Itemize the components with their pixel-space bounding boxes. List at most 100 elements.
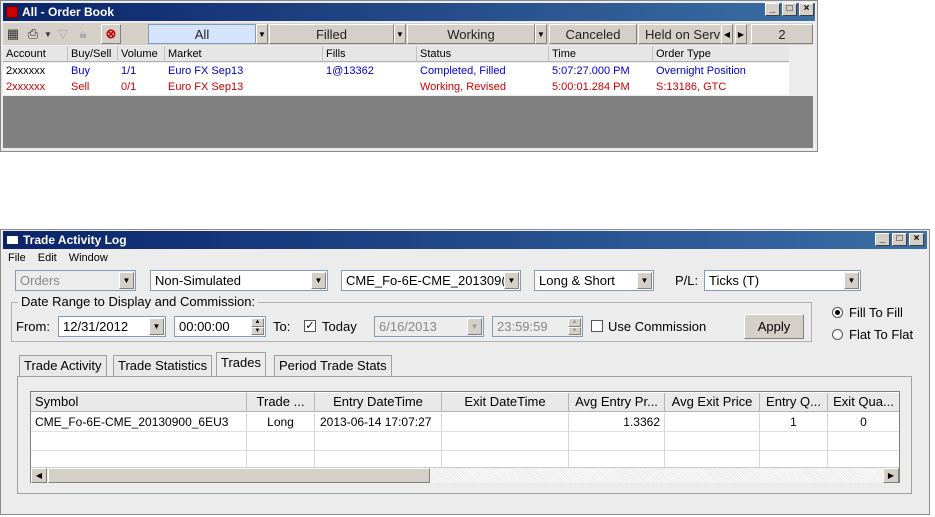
order-book-app-icon [6,6,18,18]
tab-trade-statistics[interactable]: Trade Statistics [113,355,213,377]
orders-combo[interactable]: Orders ▼ [15,270,136,291]
spin-up-icon[interactable]: ▲ [568,318,581,327]
scroll-left-icon[interactable]: ◀ [721,24,733,44]
grid-col-exit-datetime[interactable]: Exit DateTime [442,393,569,412]
chevron-down-icon[interactable]: ▼ [504,272,519,289]
filter-working-dropdown-icon[interactable]: ▼ [535,24,547,44]
scroll-right-icon[interactable]: ▶ [735,24,747,44]
order-book-window-buttons: _ □ × [765,3,814,16]
chevron-down-icon[interactable]: ▼ [637,272,652,289]
filter-filled-button[interactable]: Filled [269,24,394,44]
direction-combo[interactable]: Long & Short ▼ [534,270,654,291]
grid-col-trade[interactable]: Trade ... [247,393,315,412]
today-checkbox[interactable]: ✓ [304,320,316,332]
chevron-down-icon[interactable]: ▼ [149,318,164,335]
trade-log-title-bar[interactable]: Trade Activity Log [3,231,927,249]
grid-col-symbol[interactable]: Symbol [31,393,247,412]
symbol-combo[interactable]: CME_Fo-6E-CME_201309( ▼ [341,270,521,291]
spin-down-icon[interactable]: ▼ [251,326,264,335]
close-icon[interactable]: × [909,233,924,246]
minimize-icon[interactable]: _ [875,233,890,246]
from-time-value: 00:00:00 [179,319,230,334]
chevron-down-icon[interactable]: ▼ [467,318,482,335]
to-date-value: 6/16/2013 [379,319,437,334]
col-fills[interactable]: Fills [323,46,417,62]
apply-button[interactable]: Apply [744,314,804,339]
cell-status: Completed, Filled [420,65,506,77]
scroll-thumb[interactable] [48,468,430,483]
filter-all-button[interactable]: All [148,24,256,44]
cancel-all-icon[interactable]: ⊗ [101,24,121,44]
to-date-picker[interactable]: 6/16/2013 ▼ [374,316,484,337]
pl-combo[interactable]: Ticks (T) ▼ [704,270,861,291]
menu-window[interactable]: Window [69,252,108,264]
chevron-down-icon[interactable]: ▼ [844,272,859,289]
filter-filled-dropdown-icon[interactable]: ▼ [394,24,406,44]
cell-fills [323,79,417,95]
cell-exit-datetime [442,413,569,432]
scroll-left-icon[interactable]: ◀ [31,468,47,483]
print-dropdown-icon[interactable]: ▼ [43,24,53,44]
lock-icon[interactable]: 🔒︎ [73,24,93,44]
col-market[interactable]: Market [165,46,323,62]
maximize-icon[interactable]: □ [892,233,907,246]
use-commission-checkbox[interactable] [591,320,603,332]
cell-symbol: CME_Fo-6E-CME_20130900_6EU3 [31,413,247,432]
grid-col-exit-qty[interactable]: Exit Qua... [828,393,899,412]
spin-down-icon[interactable]: ▼ [568,326,581,335]
cell-volume: 1/1 [121,65,137,77]
today-label: Today [322,319,357,334]
cell-account: 2xxxxxx [6,65,46,77]
from-date-picker[interactable]: 12/31/2012 ▼ [58,316,166,337]
filter-working-button[interactable]: Working [407,24,535,44]
close-icon[interactable]: × [799,3,814,16]
tab-period-trade-stats[interactable]: Period Trade Stats [274,355,392,377]
open-window-icon[interactable]: ▦ [3,24,23,44]
grid-col-entry-qty[interactable]: Entry Q... [760,393,828,412]
grid-col-entry-datetime[interactable]: Entry DateTime [315,393,442,412]
from-label: From: [16,319,50,334]
simulation-combo-value: Non-Simulated [155,273,241,288]
fill-to-fill-radio[interactable] [832,307,843,318]
filter-icon[interactable]: ▽ [53,24,73,44]
menu-file[interactable]: File [8,252,26,264]
flat-to-flat-radio[interactable] [832,329,843,340]
cell-trade: Long [247,413,315,432]
cell-order-type: S:13186, GTC [656,81,727,93]
order-book-title-bar[interactable]: All - Order Book [3,3,815,21]
scroll-right-icon[interactable]: ▶ [883,468,899,483]
filter-held-button[interactable]: Held on Serv [638,24,722,44]
scroll-track[interactable] [431,469,881,482]
simulation-combo[interactable]: Non-Simulated ▼ [150,270,328,291]
use-commission-label: Use Commission [608,319,707,334]
order-row[interactable]: 2xxxxxx Buy 1/1 Euro FX Sep13 1@13362 Co… [3,63,789,79]
grid-col-avg-entry-price[interactable]: Avg Entry Pr... [569,393,665,412]
from-time-input[interactable]: 00:00:00 ▲ ▼ [174,316,266,337]
to-time-input[interactable]: 23:59:59 ▲ ▼ [492,316,583,337]
print-icon[interactable]: ⎙ [23,24,43,44]
order-row[interactable]: 2xxxxxx Sell 0/1 Euro FX Sep13 Working, … [3,79,789,95]
cell-entry-datetime: 2013-06-14 17:07:27 [315,413,442,432]
symbol-combo-value: CME_Fo-6E-CME_201309( [346,273,506,288]
col-buy-sell[interactable]: Buy/Sell [68,46,118,62]
horizontal-scrollbar[interactable]: ◀ ▶ [31,467,899,483]
tab-trade-activity[interactable]: Trade Activity [19,355,107,377]
col-time[interactable]: Time [549,46,653,62]
chevron-down-icon[interactable]: ▼ [311,272,326,289]
to-time-spinner[interactable]: ▲ ▼ [568,318,581,335]
col-order-type[interactable]: Order Type [653,46,789,62]
chevron-down-icon[interactable]: ▼ [119,272,134,289]
col-account[interactable]: Account [3,46,68,62]
filter-all-dropdown-icon[interactable]: ▼ [256,24,268,44]
spin-up-icon[interactable]: ▲ [251,318,264,327]
col-volume[interactable]: Volume [118,46,165,62]
minimize-icon[interactable]: _ [765,3,780,16]
tab-trades[interactable]: Trades [216,352,266,376]
grid-col-avg-exit-price[interactable]: Avg Exit Price [665,393,760,412]
direction-combo-value: Long & Short [539,273,615,288]
filter-canceled-button[interactable]: Canceled [549,24,637,44]
from-time-spinner[interactable]: ▲ ▼ [251,318,264,335]
menu-edit[interactable]: Edit [38,252,57,264]
maximize-icon[interactable]: □ [782,3,797,16]
col-status[interactable]: Status [417,46,549,62]
